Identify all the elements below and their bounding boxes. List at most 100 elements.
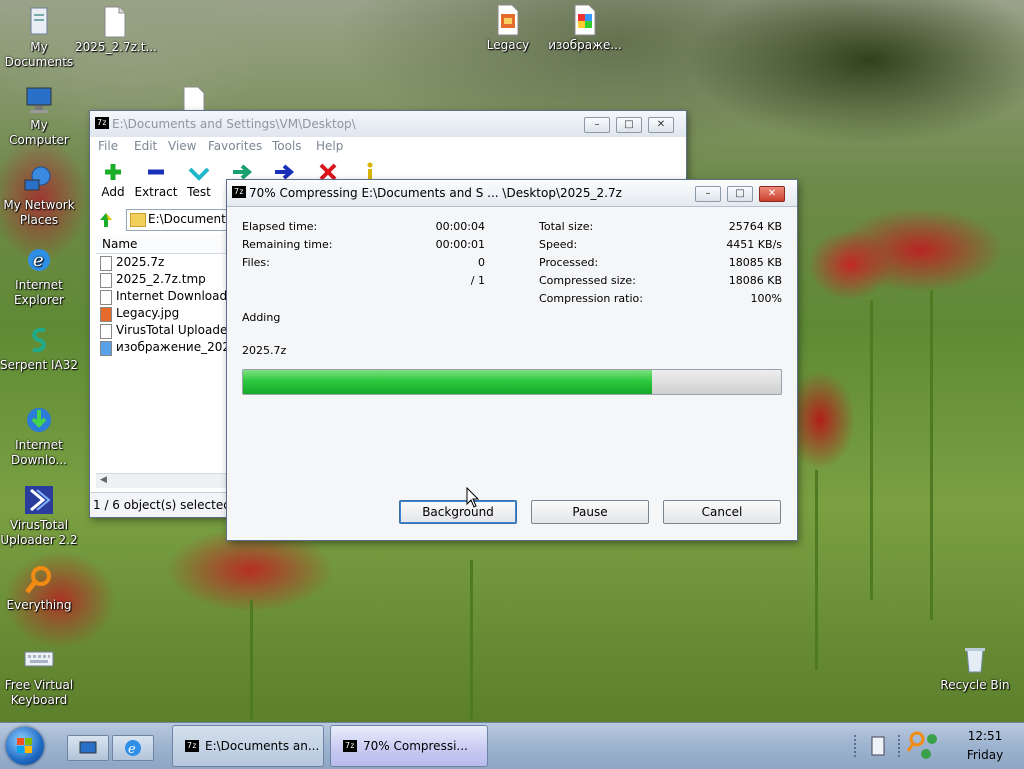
start-button[interactable] xyxy=(6,727,44,765)
address-text: E:\Documents xyxy=(148,212,233,226)
compressed-size-label: Compressed size: xyxy=(539,274,636,287)
horizontal-scrollbar[interactable]: ◀ xyxy=(96,473,232,488)
scroll-left-icon[interactable]: ◀ xyxy=(100,475,107,485)
clock-day: Friday xyxy=(966,748,1004,762)
task-file-manager[interactable]: 7z E:\Documents an... xyxy=(172,725,324,767)
quicklaunch-ie[interactable]: e xyxy=(112,735,154,761)
clock[interactable]: 12:51 Friday xyxy=(956,727,1014,765)
network-icon xyxy=(23,164,55,196)
minimize-icon: – xyxy=(705,188,711,199)
folder-icon xyxy=(130,213,146,227)
menu-bar: File Edit View Favorites Tools Help xyxy=(90,137,686,155)
desktop-icon-legacy[interactable]: Legacy xyxy=(468,4,548,53)
background-button[interactable]: Background xyxy=(399,500,517,524)
progress-fill xyxy=(243,370,652,394)
minimize-button[interactable]: – xyxy=(584,117,610,133)
7zip-app-icon: 7z xyxy=(95,117,109,129)
close-button[interactable]: ✕ xyxy=(759,186,785,202)
desktop-icon-everything[interactable]: Everything xyxy=(0,564,79,613)
list-item[interactable]: 2025.7z xyxy=(96,254,232,271)
menu-view[interactable]: View xyxy=(168,139,196,153)
total-size-label: Total size: xyxy=(539,220,594,233)
menu-edit[interactable]: Edit xyxy=(134,139,157,153)
desktop-icon-ie[interactable]: e Internet Explorer xyxy=(0,244,79,308)
desktop-icon-virustotal[interactable]: VirusTotal Uploader 2.2 xyxy=(0,484,79,548)
image-file-icon xyxy=(569,4,601,36)
current-file-label: 2025.7z xyxy=(242,344,287,357)
files-label: Files: xyxy=(242,256,270,269)
tablet-icon[interactable] xyxy=(870,735,886,757)
minus-icon xyxy=(144,161,168,183)
file-manager-titlebar[interactable]: 7z E:\Documents and Settings\VM\Desktop\… xyxy=(90,111,686,138)
list-item[interactable]: изображение_2024 xyxy=(96,339,232,356)
pause-button[interactable]: Pause xyxy=(531,500,649,524)
close-button[interactable]: ✕ xyxy=(648,117,674,133)
task-compress-dialog[interactable]: 7z 70% Compressi... xyxy=(330,725,488,767)
compression-ratio-value: 100% xyxy=(750,292,782,305)
document-icon xyxy=(100,290,112,305)
mouse-cursor-icon xyxy=(466,487,480,508)
desktop-icon-file-2025[interactable]: 2025_2.7z.t... xyxy=(75,6,157,55)
quicklaunch-show-desktop[interactable] xyxy=(67,735,109,761)
maximize-button[interactable]: □ xyxy=(727,186,753,202)
document-icon xyxy=(100,273,112,288)
elapsed-time-value: 00:00:04 xyxy=(435,220,485,233)
compress-progress-dialog[interactable]: 7z 70% Compressing E:\Documents and S ..… xyxy=(227,180,797,540)
add-button[interactable]: Add xyxy=(98,161,128,199)
system-tray: 12:51 Friday xyxy=(854,723,1024,769)
7zip-app-icon: 7z xyxy=(232,186,246,198)
magnifier-icon xyxy=(23,564,55,596)
menu-favorites[interactable]: Favorites xyxy=(208,139,262,153)
list-item[interactable]: Internet Download M xyxy=(96,288,232,305)
document-icon xyxy=(100,256,112,271)
computer-icon xyxy=(23,84,55,116)
everything-tray-icon[interactable] xyxy=(906,729,940,761)
recycle-bin-icon xyxy=(959,644,991,676)
up-folder-icon[interactable] xyxy=(96,210,116,230)
desktop-icon-recycle-bin[interactable]: Recycle Bin xyxy=(935,644,1015,693)
list-item[interactable]: VirusTotal Uploader xyxy=(96,322,232,339)
minimize-button[interactable]: – xyxy=(695,186,721,202)
plus-icon xyxy=(101,161,125,183)
desktop-icon-my-documents[interactable]: My Documents xyxy=(0,6,79,70)
desktop-icon xyxy=(79,741,97,754)
desktop-icon-my-network[interactable]: My Network Places xyxy=(0,164,79,228)
7zip-app-icon: 7z xyxy=(343,740,357,752)
tray-grip xyxy=(898,735,904,757)
cancel-button[interactable]: Cancel xyxy=(663,500,781,524)
close-icon: ✕ xyxy=(767,188,777,199)
menu-file[interactable]: File xyxy=(98,139,118,153)
desktop-icon-my-computer[interactable]: My Computer xyxy=(0,84,79,148)
list-item[interactable]: 2025_2.7z.tmp xyxy=(96,271,232,288)
idm-icon xyxy=(23,404,55,436)
progress-bar xyxy=(242,369,782,395)
tray-grip[interactable] xyxy=(854,735,860,757)
action-label: Adding xyxy=(242,311,281,324)
dialog-title: 70% Compressing E:\Documents and S ... \… xyxy=(249,186,622,200)
dialog-titlebar[interactable]: 7z 70% Compressing E:\Documents and S ..… xyxy=(227,180,797,207)
menu-help[interactable]: Help xyxy=(316,139,343,153)
document-icon xyxy=(100,324,112,339)
desktop-icon-serpent[interactable]: Serpent IA32 xyxy=(0,324,79,373)
file-manager-title: E:\Documents and Settings\VM\Desktop\ xyxy=(112,117,356,131)
desktop-icon-image[interactable]: изображе... xyxy=(545,4,625,53)
elapsed-time-label: Elapsed time: xyxy=(242,220,318,233)
image-file-icon xyxy=(492,4,524,36)
processed-value: 18085 KB xyxy=(728,256,782,269)
column-header-name[interactable]: Name xyxy=(96,235,234,254)
speed-label: Speed: xyxy=(539,238,578,251)
list-item[interactable]: Legacy.jpg xyxy=(96,305,232,322)
maximize-button[interactable]: □ xyxy=(616,117,642,133)
folder-docs-icon xyxy=(23,6,55,38)
7zip-app-icon: 7z xyxy=(185,740,199,752)
clock-time: 12:51 xyxy=(967,729,1003,743)
maximize-icon: □ xyxy=(735,188,745,199)
menu-tools[interactable]: Tools xyxy=(272,139,302,153)
extract-button[interactable]: Extract xyxy=(134,161,178,199)
document-icon xyxy=(99,6,131,38)
test-button[interactable]: Test xyxy=(184,161,214,199)
remaining-time-label: Remaining time: xyxy=(242,238,333,251)
total-size-value: 25764 KB xyxy=(728,220,782,233)
desktop-icon-idm[interactable]: Internet Downlo... xyxy=(0,404,79,468)
desktop-icon-keyboard[interactable]: Free Virtual Keyboard xyxy=(0,644,79,708)
